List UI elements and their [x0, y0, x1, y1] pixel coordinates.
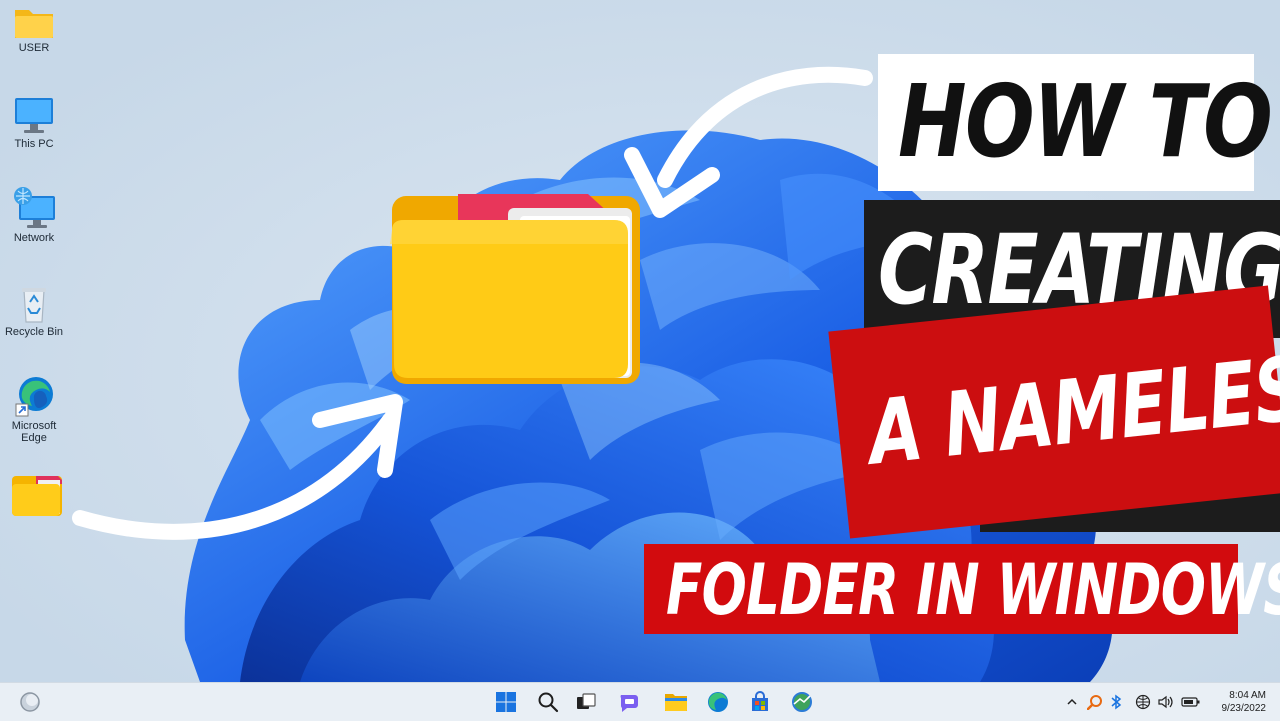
clock-date: 9/23/2022: [1221, 703, 1267, 714]
edge-icon: [708, 692, 728, 712]
edge-icon: [15, 377, 53, 417]
recycle-bin-icon: [22, 288, 46, 323]
desktop-icon-user[interactable]: USER: [2, 4, 66, 54]
large-folder-icon: [390, 194, 640, 384]
taskbar: 8:04 AM 9/23/2022: [0, 682, 1280, 721]
desktop-icon-nameless-folder[interactable]: [4, 472, 68, 520]
desktop-icon-microsoft-edge[interactable]: Microsoft Edge: [2, 374, 66, 444]
tray-search-app[interactable]: [1086, 691, 1104, 713]
chat-icon: [620, 695, 638, 712]
search-app-icon: [1087, 695, 1102, 710]
taskbar-clock[interactable]: 8:04 AM 9/23/2022: [1222, 689, 1267, 715]
desktop-icon-label: Network: [13, 232, 55, 244]
tray-battery[interactable]: [1180, 691, 1202, 713]
network-icon: [14, 187, 55, 228]
title-line-4: FOLDER IN WINDOWS: [666, 549, 1280, 631]
weather-icon: [20, 692, 40, 712]
tray-bluetooth[interactable]: [1108, 691, 1124, 713]
folder-icon: [15, 10, 53, 38]
arrow-top: [624, 66, 873, 218]
weather-button[interactable]: [14, 687, 46, 717]
file-explorer-button[interactable]: [660, 687, 692, 717]
pinned-app-button[interactable]: [786, 687, 818, 717]
search-button[interactable]: [532, 687, 564, 717]
title-line-1: HOW TO: [898, 63, 1273, 180]
desktop-icon-label: Recycle Bin: [4, 326, 64, 338]
desktop-icon-this-pc[interactable]: This PC: [2, 96, 66, 150]
search-icon: [538, 692, 559, 713]
monitor-icon: [15, 98, 53, 133]
chevron-up-icon: [1067, 698, 1077, 705]
desktop-icon-label: Microsoft Edge: [11, 420, 57, 444]
task-view-button[interactable]: [570, 687, 602, 717]
task-view-icon: [577, 693, 596, 709]
folder-icon: [12, 476, 62, 516]
app-icon: [792, 692, 812, 712]
start-button[interactable]: [490, 687, 522, 717]
bluetooth-icon: [1111, 694, 1122, 710]
arrow-bottom: [72, 394, 403, 540]
battery-icon: [1181, 697, 1200, 707]
file-explorer-icon: [665, 694, 687, 711]
title-line-4-box: FOLDER IN WINDOWS: [644, 544, 1280, 634]
desktop-icon-recycle-bin[interactable]: Recycle Bin: [2, 284, 66, 338]
edge-button[interactable]: [702, 687, 734, 717]
tray-network[interactable]: [1134, 691, 1152, 713]
network-icon: [1135, 694, 1151, 710]
desktop-icon-label: This PC: [14, 138, 54, 150]
desktop-icon-network[interactable]: Network: [2, 186, 66, 244]
tray-volume[interactable]: [1156, 691, 1176, 713]
volume-icon: [1158, 695, 1173, 709]
desktop-icon-label: USER: [18, 42, 50, 54]
clock-time: 8:04 AM: [1229, 690, 1266, 701]
store-button[interactable]: [744, 687, 776, 717]
title-line-1-box: HOW TO: [878, 54, 1273, 191]
chat-button[interactable]: [614, 687, 646, 717]
title-line-3: A NAMELESS: [863, 331, 1280, 485]
store-icon: [752, 691, 768, 711]
show-hidden-icons-button[interactable]: [1064, 691, 1080, 713]
start-icon: [496, 692, 516, 712]
